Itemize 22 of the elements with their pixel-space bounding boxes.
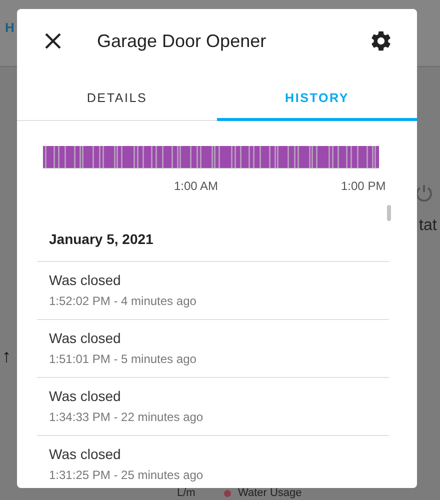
state-text: tat <box>419 217 437 235</box>
entry-message: Was closed <box>49 446 122 462</box>
time-axis-label: 1:00 AM <box>174 179 218 193</box>
time-axis-label: 1:00 PM <box>341 179 386 193</box>
dialog-title: Garage Door Opener <box>97 30 268 52</box>
entry-message: Was closed <box>49 388 122 404</box>
unit-label: L/m <box>177 487 196 499</box>
power-icon <box>414 183 434 203</box>
date-heading: January 5, 2021 <box>37 219 389 262</box>
entry-message: Was closed <box>49 330 122 346</box>
tab[interactable]: DETAILS <box>17 77 217 121</box>
entry-time: 1:51:01 PM - 5 minutes ago <box>49 352 198 366</box>
scrollbar-thumb[interactable] <box>387 205 391 221</box>
entry-message: Was closed <box>49 272 122 288</box>
entry-time: 1:52:02 PM - 4 minutes ago <box>49 294 198 308</box>
entry-time: 1:34:33 PM - 22 minutes ago <box>49 410 204 424</box>
tab-letter: H <box>5 20 14 35</box>
entry-time: 1:31:25 PM - 25 minutes ago <box>49 468 204 482</box>
arrow-glyph: ↑ <box>2 346 11 367</box>
legend-label: Water Usage <box>238 487 302 499</box>
settings-icon <box>369 29 393 53</box>
settings-button[interactable] <box>369 29 393 53</box>
